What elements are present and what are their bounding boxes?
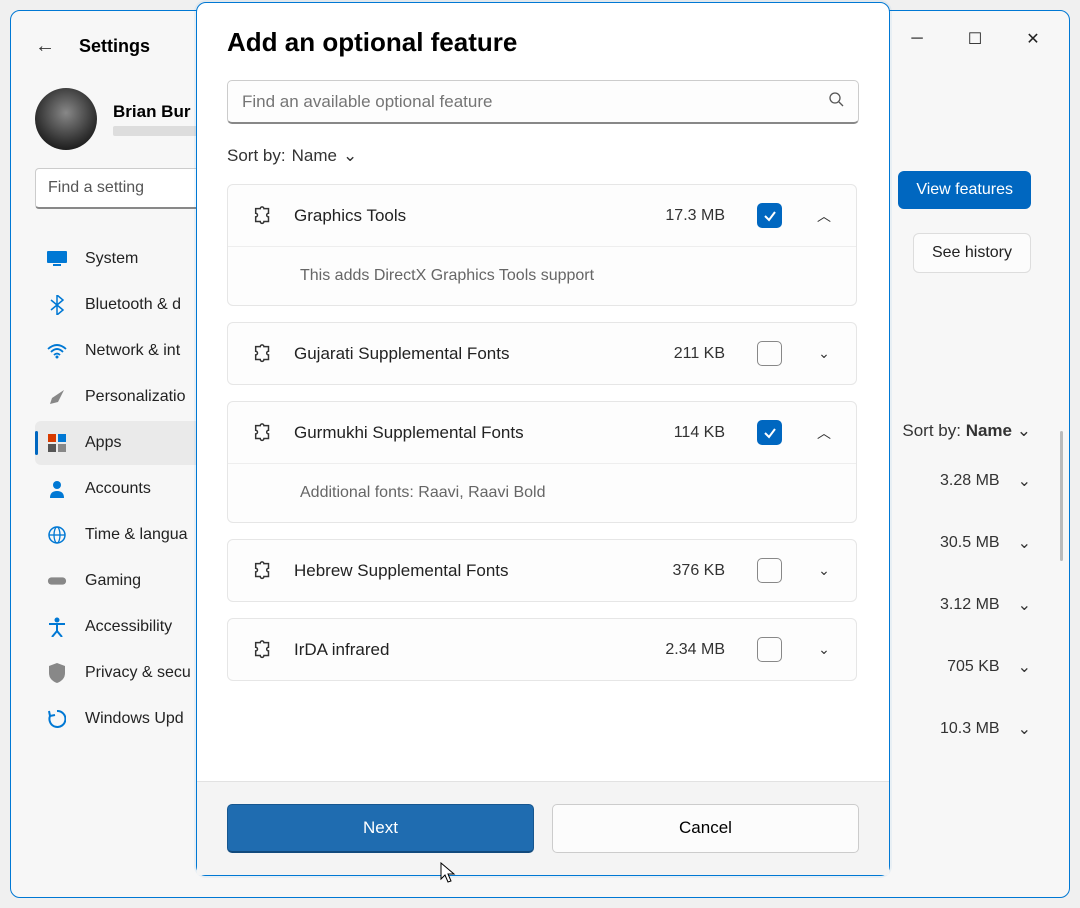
puzzle-icon (252, 343, 274, 365)
cancel-button[interactable]: Cancel (552, 804, 859, 853)
feature-row-partial[interactable]: 705 KB⌄ (881, 657, 1031, 677)
feature-size: 376 KB (673, 562, 725, 580)
feature-header[interactable]: Gujarati Supplemental Fonts 211 KB ⌄ (228, 323, 856, 384)
feature-row-partial[interactable]: 10.3 MB⌄ (881, 719, 1031, 739)
sidebar-item-label: Bluetooth & d (85, 296, 181, 314)
feature-description: This adds DirectX Graphics Tools support (228, 246, 856, 305)
feature-checkbox[interactable] (757, 341, 782, 366)
chevron-down-icon: ⌄ (1018, 595, 1031, 615)
feature-header[interactable]: Graphics Tools 17.3 MB ︿ (228, 185, 856, 246)
feature-item: Gujarati Supplemental Fonts 211 KB ⌄ (227, 322, 857, 385)
avatar (35, 88, 97, 150)
chevron-down-icon: ⌄ (343, 146, 357, 166)
sidebar-item-label: System (85, 250, 138, 268)
feature-header[interactable]: Gurmukhi Supplemental Fonts 114 KB ︿ (228, 402, 856, 463)
dialog-title: Add an optional feature (227, 27, 859, 58)
sidebar-item-label: Accessibility (85, 618, 172, 636)
puzzle-icon (252, 639, 274, 661)
search-field[interactable] (242, 92, 828, 112)
sidebar-item-label: Privacy & secu (85, 664, 191, 682)
puzzle-icon (252, 560, 274, 582)
feature-name: Hebrew Supplemental Fonts (294, 561, 653, 581)
search-icon (828, 91, 844, 112)
chevron-down-icon[interactable]: ⌄ (812, 562, 836, 579)
feature-description: Additional fonts: Raavi, Raavi Bold (228, 463, 856, 522)
view-features-button[interactable]: View features (898, 171, 1031, 209)
shield-icon (47, 663, 67, 683)
feature-item: Graphics Tools 17.3 MB ︿ This adds DirectX … (227, 184, 857, 306)
feature-name: Graphics Tools (294, 206, 645, 226)
feature-size: 2.34 MB (665, 641, 725, 659)
feature-row-partial[interactable]: 3.12 MB⌄ (881, 595, 1031, 615)
add-feature-dialog: Add an optional feature Sort by: Name ⌄ … (196, 2, 890, 876)
search-input[interactable] (227, 80, 859, 124)
next-button[interactable]: Next (227, 804, 534, 853)
feature-name: Gurmukhi Supplemental Fonts (294, 423, 654, 443)
chevron-down-icon: ⌄ (1018, 719, 1031, 739)
dialog-footer: Next Cancel (197, 781, 889, 875)
gamepad-icon (47, 571, 67, 591)
globe-icon (47, 525, 67, 545)
main-sort[interactable]: Sort by: Name ⌄ (902, 421, 1031, 441)
feature-size: 17.3 MB (665, 207, 725, 225)
sidebar-item-label: Personalizatio (85, 388, 186, 406)
chevron-down-icon[interactable]: ⌄ (812, 345, 836, 362)
accessibility-icon (47, 617, 67, 637)
bluetooth-icon (47, 295, 67, 315)
chevron-up-icon[interactable]: ︿ (812, 423, 836, 443)
feature-row-partial[interactable]: 3.28 MB⌄ (881, 471, 1031, 491)
sidebar-item-label: Apps (85, 434, 121, 452)
back-icon[interactable]: ← (35, 35, 55, 58)
feature-item: Gurmukhi Supplemental Fonts 114 KB ︿ Additi… (227, 401, 857, 523)
feature-header[interactable]: Hebrew Supplemental Fonts 376 KB ⌄ (228, 540, 856, 601)
feature-checkbox[interactable] (757, 420, 782, 445)
feature-name: Gujarati Supplemental Fonts (294, 344, 654, 364)
scrollbar[interactable] (1060, 431, 1063, 561)
feature-header[interactable]: IrDA infrared 2.34 MB ⌄ (228, 619, 856, 680)
chevron-down-icon[interactable]: ⌄ (812, 641, 836, 658)
brush-icon (47, 387, 67, 407)
chevron-down-icon: ⌄ (1018, 657, 1031, 677)
feature-checkbox[interactable] (757, 558, 782, 583)
feature-row-partial[interactable]: 30.5 MB⌄ (881, 533, 1031, 553)
chevron-down-icon: ⌄ (1018, 471, 1031, 491)
sidebar-item-label: Time & langua (85, 526, 188, 544)
sidebar-item-label: Accounts (85, 480, 151, 498)
feature-name: IrDA infrared (294, 640, 645, 660)
wifi-icon (47, 341, 67, 361)
update-icon (47, 709, 67, 729)
chevron-down-icon: ⌄ (1017, 421, 1031, 440)
see-history-button[interactable]: See history (913, 233, 1031, 273)
chevron-down-icon: ⌄ (1018, 533, 1031, 553)
monitor-icon (47, 249, 67, 269)
puzzle-icon (252, 422, 274, 444)
sidebar-item-label: Windows Upd (85, 710, 184, 728)
feature-item: IrDA infrared 2.34 MB ⌄ (227, 618, 857, 681)
page-title: Settings (79, 36, 150, 57)
feature-checkbox[interactable] (757, 637, 782, 662)
feature-size: 114 KB (674, 424, 725, 442)
feature-size: 211 KB (674, 345, 725, 363)
feature-checkbox[interactable] (757, 203, 782, 228)
chevron-up-icon[interactable]: ︿ (812, 206, 836, 226)
dialog-sort[interactable]: Sort by: Name ⌄ (227, 146, 859, 166)
person-icon (47, 479, 67, 499)
sidebar-item-label: Network & int (85, 342, 180, 360)
feature-item: Hebrew Supplemental Fonts 376 KB ⌄ (227, 539, 857, 602)
puzzle-icon (252, 205, 274, 227)
sidebar-item-label: Gaming (85, 572, 141, 590)
apps-icon (47, 433, 67, 453)
